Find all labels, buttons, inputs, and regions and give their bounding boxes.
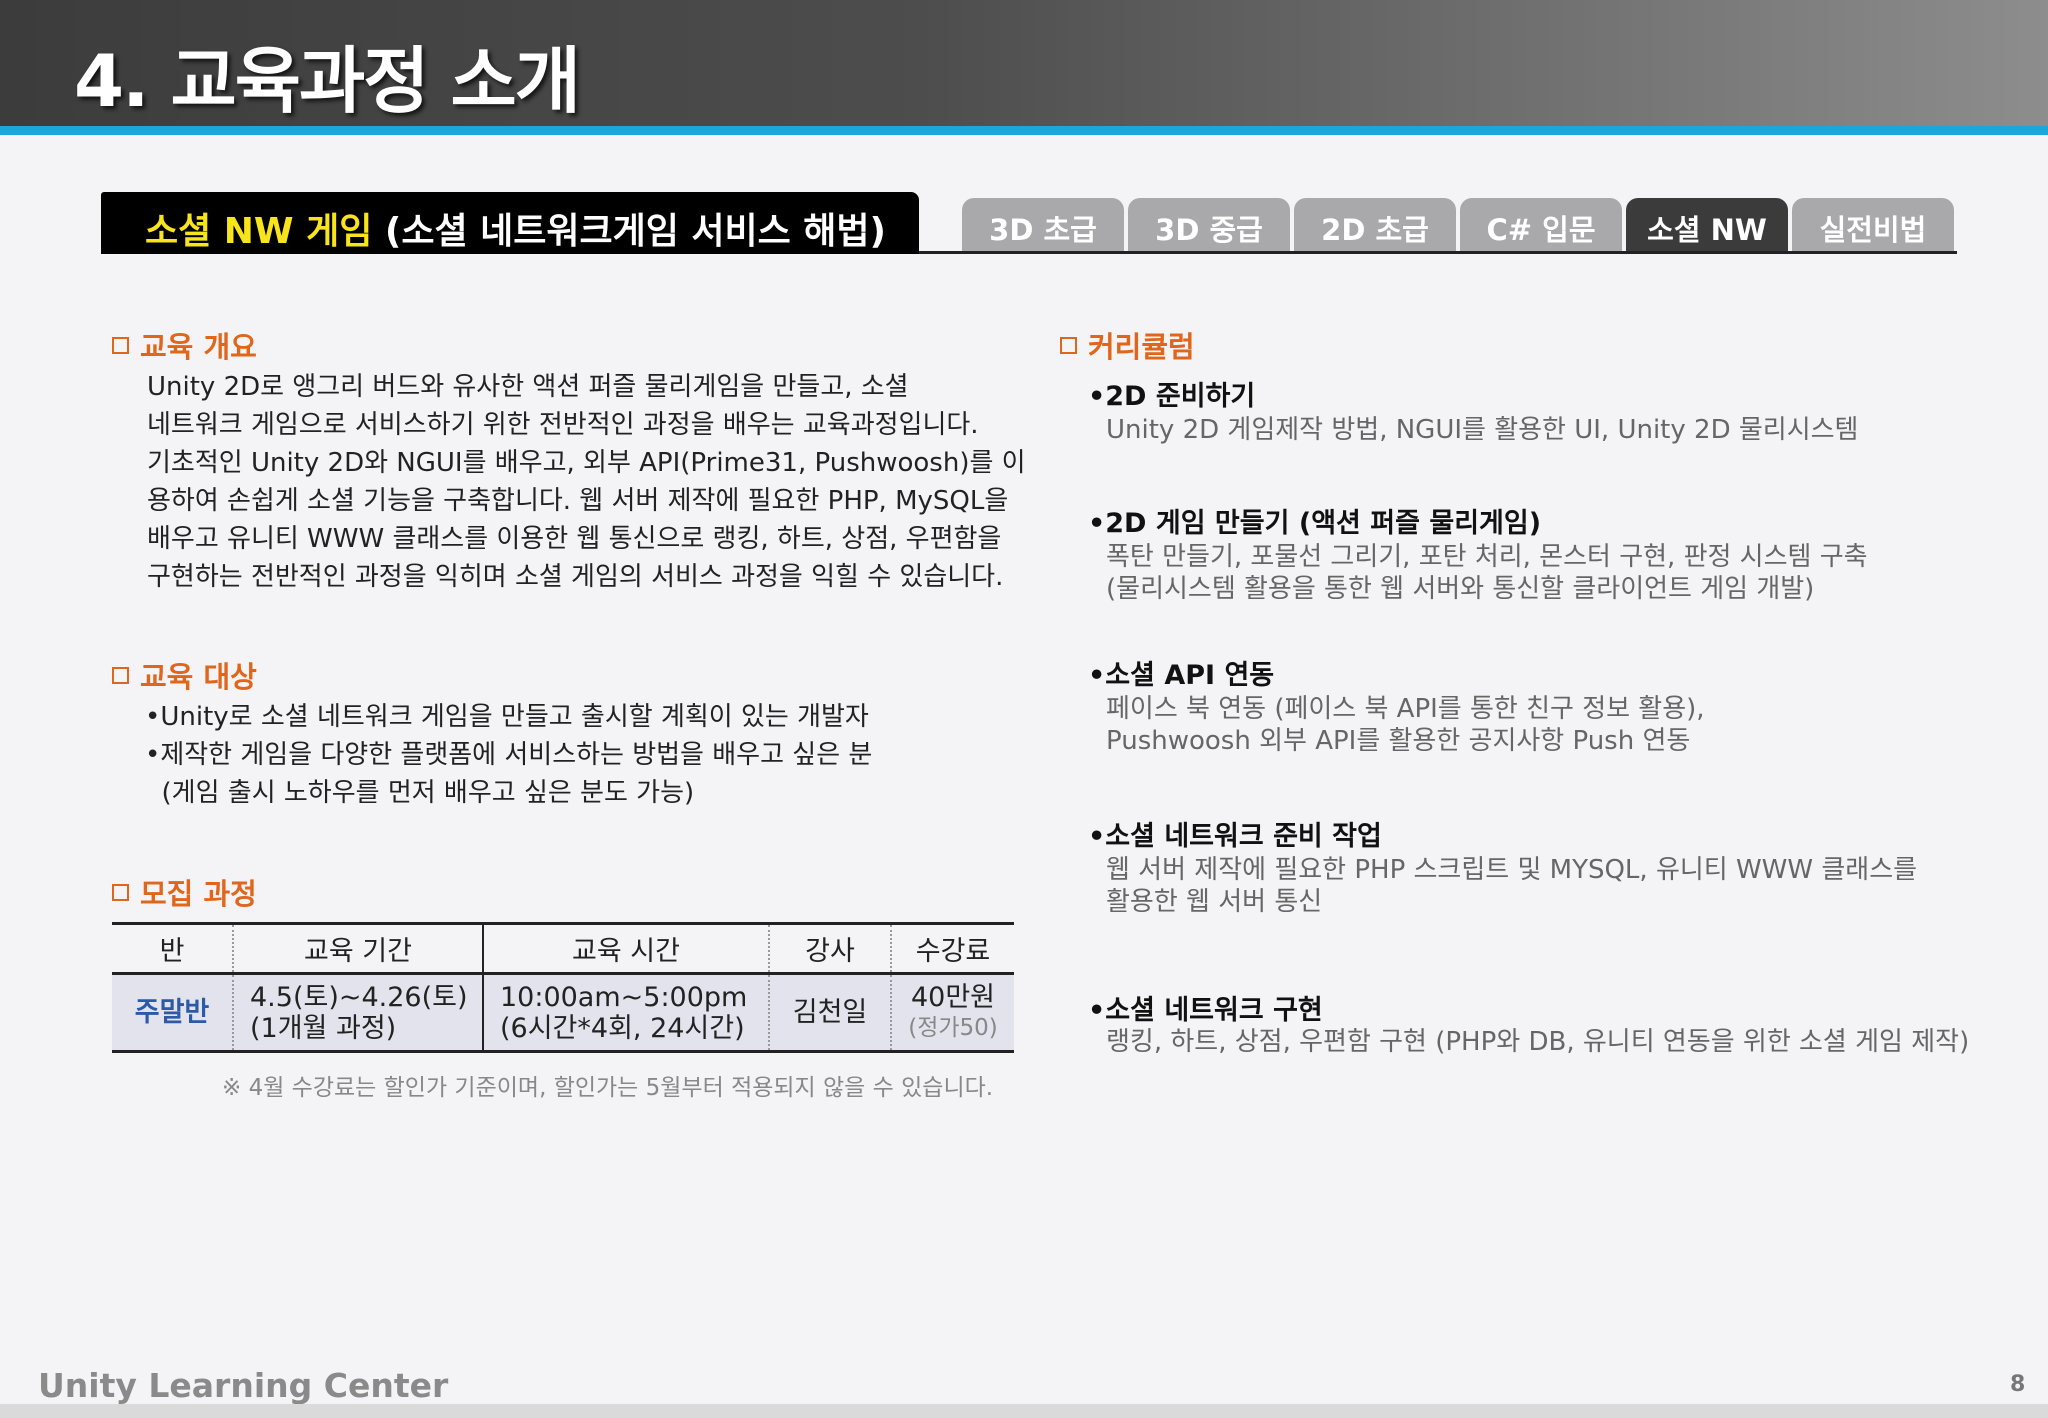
overview-line: 구현하는 전반적인 과정을 익히며 소셜 게임의 서비스 과정을 익힐 수 있습… (147, 562, 1004, 592)
fee-cell: 40만원 (정가50) (891, 973, 1014, 1053)
class-cell: 주말반 (112, 973, 234, 1053)
tab-2d-beginner[interactable]: 2D 초급 (1294, 198, 1456, 251)
curriculum-item-title: •소셜 네트워크 준비 작업 (1088, 821, 1382, 852)
slide-title: 4. 교육과정 소개 (74, 39, 581, 123)
curriculum-heading: 커리큘럼 (1060, 324, 1195, 366)
course-name: 소셜 NW 게임 (145, 211, 373, 252)
col-header-class: 반 (112, 923, 234, 975)
tab-social-nw[interactable]: 소셜 NW (1626, 198, 1788, 251)
recruit-heading: 모집 과정 (112, 871, 257, 913)
curriculum-item-desc: 랭킹, 하트, 상점, 우편함 구현 (PHP와 DB, 유니티 연동을 위한 … (1106, 1027, 1970, 1057)
overview-paragraph: Unity 2D로 앵그리 버드와 유사한 액션 퍼즐 물리게임을 만들고, 소… (147, 368, 1027, 596)
overview-line: 네트워크 게임으로 서비스하기 위한 전반적인 과정을 배우는 교육과정입니다. (147, 410, 979, 440)
recruit-table: 반 교육 기간 교육 시간 강사 수강료 주말반 4.5(토)~4.26(토) … (112, 922, 1014, 1053)
curriculum-item-title: •소셜 네트워크 구현 (1088, 995, 1323, 1026)
checkbox-square-icon (112, 883, 129, 901)
curriculum-item-title: •소셜 API 연동 (1088, 660, 1275, 691)
page-number: 8 (2010, 1372, 2026, 1397)
col-header-instructor: 강사 (769, 923, 892, 975)
footer-bar (0, 1404, 2048, 1418)
overview-line: Unity 2D로 앵그리 버드와 유사한 액션 퍼즐 물리게임을 만들고, 소… (147, 372, 909, 402)
tab-3d-beginner[interactable]: 3D 초급 (962, 198, 1124, 251)
target-bullet: •Unity로 소셜 네트워크 게임을 만들고 출시할 계획이 있는 개발자 (145, 702, 869, 732)
period-cell: 4.5(토)~4.26(토) (1개월 과정) (233, 973, 484, 1053)
overview-line: 기초적인 Unity 2D와 NGUI를 배우고, 외부 API(Prime31… (147, 448, 1026, 478)
checkbox-square-icon (112, 666, 129, 684)
tab-3d-intermediate[interactable]: 3D 중급 (1128, 198, 1290, 251)
target-bullet-note: (게임 출시 노하우를 먼저 배우고 싶은 분도 가능) (145, 778, 695, 808)
course-banner: 소셜 NW 게임 (소셜 네트워크게임 서비스 해법) (101, 192, 919, 254)
tabs-baseline (919, 251, 1957, 254)
course-subtitle: (소셜 네트워크게임 서비스 해법) (372, 211, 886, 252)
col-header-fee: 수강료 (891, 923, 1014, 975)
curriculum-item-title: •2D 준비하기 (1088, 381, 1256, 412)
footer-brand: Unity Learning Center (38, 1366, 449, 1405)
col-header-period: 교육 기간 (233, 923, 484, 975)
title-accent-stripe (0, 126, 2048, 135)
col-header-time: 교육 시간 (483, 923, 770, 975)
overview-line: 배우고 유니티 WWW 클래스를 이용한 웹 통신으로 랭킹, 하트, 상점, … (147, 524, 1002, 554)
curriculum-item-desc: Unity 2D 게임제작 방법, NGUI를 활용한 UI, Unity 2D… (1106, 415, 1859, 445)
instructor-cell: 김천일 (769, 973, 892, 1053)
discount-note: ※ 4월 수강료는 할인가 기준이며, 할인가는 5월부터 적용되지 않을 수 … (222, 1075, 994, 1101)
checkbox-square-icon (112, 336, 129, 354)
tab-csharp-intro[interactable]: C# 입문 (1460, 198, 1622, 251)
curriculum-item-desc: 폭탄 만들기, 포물선 그리기, 포탄 처리, 몬스터 구현, 판정 시스템 구… (1106, 542, 1868, 604)
curriculum-item-desc: 웹 서버 제작에 필요한 PHP 스크립트 및 MYSQL, 유니티 WWW 클… (1106, 855, 1918, 917)
overview-line: 용하여 손쉽게 소셜 기능을 구축합니다. 웹 서버 제작에 필요한 PHP, … (147, 486, 1009, 516)
checkbox-square-icon (1060, 336, 1077, 354)
tab-practical-tips[interactable]: 실전비법 (1792, 198, 1954, 251)
curriculum-item-title: •2D 게임 만들기 (액션 퍼즐 물리게임) (1088, 508, 1542, 539)
curriculum-item-desc: 페이스 북 연동 (페이스 북 API를 통한 친구 정보 활용), Pushw… (1106, 694, 1705, 756)
target-heading: 교육 대상 (112, 654, 257, 696)
target-bullet: •제작한 게임을 다양한 플랫폼에 서비스하는 방법을 배우고 싶은 분 (145, 740, 873, 770)
table-row: 주말반 4.5(토)~4.26(토) (1개월 과정) 10:00am~5:00… (112, 973, 1014, 1053)
time-cell: 10:00am~5:00pm (6시간*4회, 24시간) (483, 973, 770, 1053)
table-header-row: 반 교육 기간 교육 시간 강사 수강료 (112, 923, 1014, 975)
overview-heading: 교육 개요 (112, 324, 257, 366)
